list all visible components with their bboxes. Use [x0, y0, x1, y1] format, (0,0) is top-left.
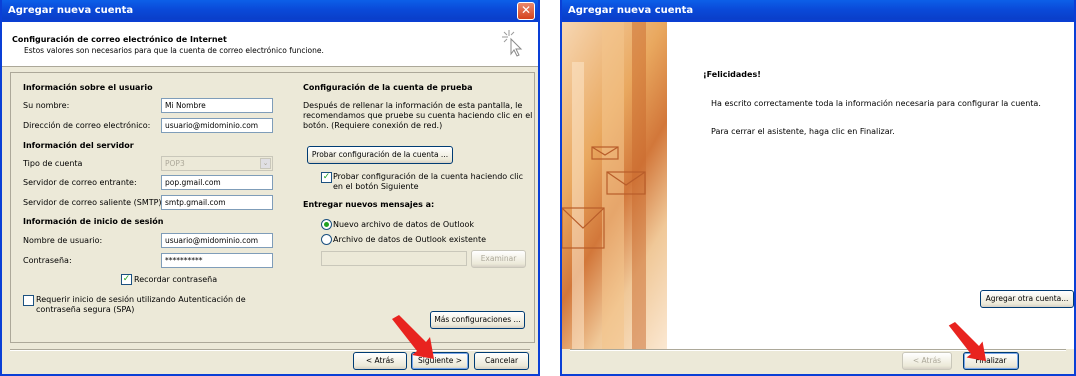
password-field[interactable]: ********** — [161, 253, 273, 268]
header-title: Configuración de correo electrónico de I… — [12, 35, 227, 44]
wizard-cursor-icon — [502, 30, 523, 57]
window-title: Agregar nueva cuenta — [568, 5, 694, 16]
name-field[interactable]: Mi Nombre — [161, 98, 273, 113]
auto-test-label-line1: Probar configuración de la cuenta hacien… — [333, 172, 523, 181]
back-button: < Atrás — [902, 352, 952, 370]
existing-data-file-radio[interactable] — [321, 234, 332, 245]
footer-separator — [10, 349, 530, 351]
close-instructions: Para cerrar el asistente, haga clic en F… — [711, 127, 895, 136]
envelopes-illustration-icon — [562, 22, 646, 349]
settings-panel: Información sobre el usuario Su nombre: … — [10, 72, 535, 343]
account-type-value: POP3 — [165, 159, 185, 168]
auto-test-label-line2: en el botón Siguiente — [333, 182, 419, 191]
header-subtitle: Estos valores son necesarios para que la… — [24, 46, 324, 55]
test-desc-line3: botón. (Requiere conexión de red.) — [303, 121, 443, 130]
name-label: Su nombre: — [23, 101, 70, 110]
add-account-window-settings: Agregar nueva cuenta ✕ Configuración de … — [0, 0, 540, 376]
add-account-window-finish: Agregar nueva cuenta ¡Felicidades! Ha es… — [560, 0, 1076, 376]
remember-password-label: Recordar contraseña — [134, 275, 218, 284]
account-type-label: Tipo de cuenta — [23, 159, 83, 168]
incoming-server-field[interactable]: pop.gmail.com — [161, 175, 273, 190]
window-title: Agregar nueva cuenta — [8, 5, 134, 16]
chevron-down-icon: ⌄ — [260, 158, 271, 169]
password-label: Contraseña: — [23, 256, 72, 265]
login-info-heading: Información de inicio de sesión — [23, 217, 164, 226]
add-another-account-button[interactable]: Agregar otra cuenta... — [980, 290, 1074, 308]
test-desc-line1: Después de rellenar la información de es… — [303, 101, 523, 110]
auto-test-checkbox[interactable]: ✓ — [321, 172, 332, 183]
email-label: Dirección de correo electrónico: — [23, 121, 151, 130]
remember-password-checkbox[interactable]: ✓ — [121, 274, 132, 285]
test-account-button[interactable]: Probar configuración de la cuenta ... — [307, 146, 453, 164]
server-info-heading: Información del servidor — [23, 141, 134, 150]
email-field[interactable]: usuario@midominio.com — [161, 118, 273, 133]
red-arrow-pointer-icon — [948, 322, 987, 362]
congrats-heading: ¡Felicidades! — [703, 70, 761, 79]
spa-label-line2: contraseña segura (SPA) — [36, 305, 135, 314]
test-settings-heading: Configuración de la cuenta de prueba — [303, 83, 473, 92]
user-info-heading: Información sobre el usuario — [23, 83, 153, 92]
spa-checkbox[interactable] — [23, 295, 34, 306]
close-icon[interactable]: ✕ — [517, 2, 535, 20]
outgoing-server-label: Servidor de correo saliente (SMTP): — [23, 198, 165, 207]
new-data-file-radio[interactable] — [321, 219, 332, 230]
spa-label-line1: Requerir inicio de sesión utilizando Aut… — [36, 295, 246, 304]
incoming-server-label: Servidor de correo entrante: — [23, 178, 137, 187]
data-file-path-field — [321, 251, 467, 266]
more-settings-button[interactable]: Más configuraciones ... — [430, 311, 525, 329]
finish-content: ¡Felicidades! Ha escrito correctamente t… — [667, 22, 1074, 349]
window-titlebar[interactable]: Agregar nueva cuenta — [562, 0, 1074, 22]
existing-data-file-label: Archivo de datos de Outlook existente — [333, 235, 487, 244]
username-field[interactable]: usuario@midominio.com — [161, 233, 273, 248]
account-type-select: POP3 ⌄ — [161, 156, 273, 171]
outgoing-server-field[interactable]: smtp.gmail.com — [161, 195, 273, 210]
footer-separator — [570, 349, 1066, 351]
red-arrow-pointer-icon — [392, 315, 434, 359]
browse-button: Examinar — [471, 250, 526, 268]
wizard-illustration — [562, 22, 667, 349]
username-label: Nombre de usuario: — [23, 236, 103, 245]
new-data-file-label: Nuevo archivo de datos de Outlook — [333, 220, 474, 229]
deliver-heading: Entregar nuevos mensajes a: — [303, 200, 435, 209]
window-titlebar[interactable]: Agregar nueva cuenta ✕ — [2, 0, 538, 22]
wizard-header: Configuración de correo electrónico de I… — [2, 22, 538, 67]
success-message: Ha escrito correctamente toda la informa… — [711, 99, 1041, 108]
cancel-button[interactable]: Cancelar — [474, 352, 529, 370]
test-desc-line2: recomendamos que pruebe su cuenta hacien… — [303, 111, 533, 120]
